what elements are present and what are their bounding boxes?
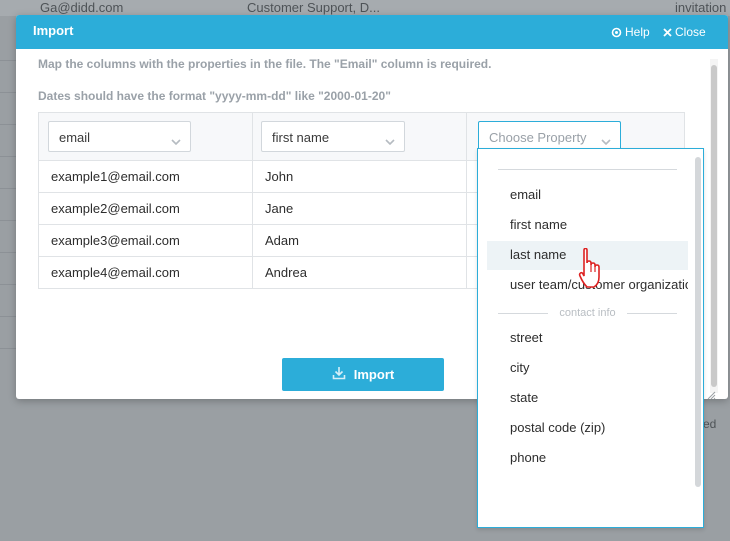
help-icon [611,27,622,38]
dropdown-divider [498,169,677,170]
background-divider [0,60,16,61]
background-cell: Ga@didd.com [40,0,124,15]
resize-grip-icon[interactable] [706,387,716,399]
chevron-down-icon [385,133,395,148]
email-cell: example2@email.com [51,201,180,216]
chevron-down-icon [171,133,181,148]
property-dropdown-menu: email first name last name user team/cus… [477,148,704,528]
dropdown-option-phone[interactable]: phone [487,444,688,473]
close-label: Close [675,25,706,39]
help-button[interactable]: Help [611,25,650,39]
dialog-header: Import Help Close [16,15,728,49]
first-name-cell: Adam [265,233,299,248]
background-cell: ed [703,417,717,431]
import-button-label: Import [353,367,395,382]
import-button[interactable]: Import [282,358,444,391]
help-label: Help [625,25,650,39]
background-divider [0,284,16,285]
first-name-cell: John [265,169,294,184]
dialog-scrollbar[interactable] [710,59,718,393]
date-format-hint: Dates should have the format "yyyy-mm-dd… [38,89,391,103]
background-divider [0,220,16,221]
column-1-property-select[interactable]: email [48,121,191,152]
group-divider [627,313,677,314]
close-button[interactable]: Close [663,25,706,39]
dropdown-option-street[interactable]: street [487,324,688,353]
background-cell: invitation [675,0,727,15]
background-divider [0,188,16,189]
chevron-down-icon [601,133,611,148]
background-divider [0,124,16,125]
select-placeholder: Choose Property [489,130,587,145]
dropdown-scrollbar[interactable] [695,157,701,487]
first-name-cell: Jane [265,201,294,216]
dialog-title: Import [33,23,74,38]
background-divider [0,316,16,317]
select-value: first name [272,130,330,145]
background-divider [0,156,16,157]
background-cell: Customer Support, D... [247,0,380,15]
close-icon [663,27,672,37]
background-divider [0,92,16,93]
dropdown-option-city[interactable]: city [487,354,688,383]
email-cell: example4@email.com [51,265,180,280]
download-icon [332,366,346,383]
background-divider [0,348,16,349]
background-divider [0,252,16,253]
dropdown-option-first-name[interactable]: first name [487,211,688,240]
background-table-row: Ga@didd.com Customer Support, D... invit… [0,0,730,16]
dropdown-option-postal-code[interactable]: postal code (zip) [487,414,688,443]
email-cell: example3@email.com [51,233,180,248]
instruction-text: Map the columns with the properties in t… [38,57,492,71]
first-name-cell: Andrea [265,265,307,280]
email-cell: example1@email.com [51,169,180,184]
dropdown-group-header: contact info [498,307,677,319]
hand-cursor-icon [578,247,604,295]
dropdown-option-email[interactable]: email [487,181,688,210]
dropdown-option-state[interactable]: state [487,384,688,413]
scrollbar-thumb[interactable] [711,65,717,387]
column-2-property-select[interactable]: first name [261,121,405,152]
select-value: email [59,130,91,145]
